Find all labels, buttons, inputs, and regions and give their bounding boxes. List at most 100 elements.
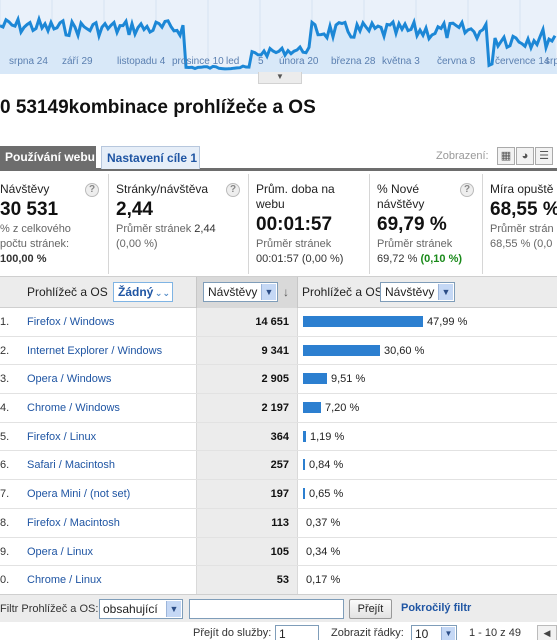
row-visits-value: 2 905: [261, 373, 289, 386]
row-share-bar: [303, 459, 306, 471]
sparkline-date-label: září 29: [62, 56, 93, 67]
chart-dimension-label: Prohlížeč a OS: [302, 285, 383, 299]
tab-bar: Používání webu Nastavení cíle 1 Zobrazen…: [0, 146, 557, 171]
help-icon[interactable]: ?: [85, 183, 99, 197]
row-browser-os-link[interactable]: Chrome / Linux: [27, 574, 102, 586]
sparkline-date-label: led: [226, 56, 240, 67]
metric-sub: Průměr strán: [490, 223, 554, 235]
row-index: 5.: [0, 430, 10, 443]
metric-sub: 00:01:57 (0,00 %): [256, 253, 344, 265]
sparkline-drag-handle[interactable]: ▼: [258, 72, 302, 84]
row-visits-value: 9 341: [261, 344, 289, 357]
row-browser-os-link[interactable]: Opera / Windows: [27, 373, 111, 385]
pagination: Přejít do služby: 1 Zobrazit řádky: 10 ▼ …: [0, 622, 557, 640]
prev-page-icon[interactable]: ◀: [537, 625, 557, 640]
table-row: 2. Internet Explorer / Windows 9 341 30,60 …: [0, 336, 557, 366]
row-share-percent: 9,51 %: [331, 373, 366, 386]
row-share-percent: 1,19 %: [310, 430, 345, 443]
chart-metric-select[interactable]: Návštěvy ▼: [380, 282, 455, 302]
filter-input[interactable]: [189, 599, 344, 619]
sparkline-date-label: února 20: [279, 56, 319, 67]
row-share-bar: [303, 488, 305, 500]
chevron-down-icon: ▼: [166, 601, 181, 617]
row-visits-value: 257: [270, 459, 289, 472]
data-table: Prohlížeč a OS Žádný ⌄⌄ Návštěvy ▼ ↓ Prohl…: [0, 276, 557, 595]
row-index: 2.: [0, 344, 10, 357]
row-share-percent: 0,34 %: [306, 545, 341, 558]
table-body: 1. Firefox / Windows 14 651 47,99 % 2. Intern…: [0, 308, 557, 595]
metric-sub: Průměr stránek: [377, 238, 453, 250]
sparkline-date-label: 5: [258, 56, 264, 67]
metric-label: Prům. doba na webu: [256, 182, 335, 211]
metric-sub: (0,00 %): [116, 238, 158, 250]
filter-mode-select[interactable]: obsahující ▼: [99, 599, 183, 619]
sparkline-date-labels: srpna 24 září 29 listopadu 4 prosince 10 led…: [0, 56, 557, 70]
metric-pages-per-visit: Stránky/návštěva 2,44 Průměr stránek 2,4…: [108, 174, 247, 274]
row-browser-os-link[interactable]: Opera / Linux: [27, 546, 93, 558]
row-index: 4.: [0, 402, 10, 415]
row-index: 0.: [0, 574, 10, 587]
rows-per-page-select[interactable]: 10 ▼: [411, 625, 457, 640]
pie-view-icon[interactable]: ◕: [516, 147, 534, 165]
table-row: 4. Chrome / Windows 2 197 7,20 %: [0, 394, 557, 423]
table-view-icon[interactable]: ▦: [497, 147, 515, 165]
metric-sub: 100,00 %: [0, 253, 47, 265]
help-icon[interactable]: ?: [460, 183, 474, 197]
row-share-bar: [303, 373, 327, 385]
row-browser-os-link[interactable]: Firefox / Linux: [27, 431, 96, 443]
row-visits-value: 105: [270, 545, 289, 558]
metric-value: 68,55 %: [490, 199, 557, 220]
metric-value: 2,44: [116, 199, 153, 220]
sparkline-date-label: června 8: [437, 56, 476, 67]
segment-select[interactable]: Žádný ⌄⌄: [113, 282, 173, 302]
table-header: Prohlížeč a OS Žádný ⌄⌄ Návštěvy ▼ ↓ Prohl…: [0, 276, 557, 308]
sparkline-date-label: prosince 10: [172, 56, 224, 67]
metric-value: 30 531: [0, 199, 59, 220]
table-row: 7. Opera Mini / (not set) 197 0,65 %: [0, 480, 557, 509]
goto-label: Přejít do služby:: [193, 627, 272, 639]
metric-value: 00:01:57: [256, 214, 333, 235]
row-share-percent: 47,99 %: [427, 316, 468, 328]
page-range: 1 - 10 z 49: [469, 627, 521, 639]
filter-bar: Filtr Prohlížeč a OS: obsahující ▼ Přejít…: [0, 594, 557, 622]
metric-column-select[interactable]: Návštěvy ▼: [203, 282, 278, 302]
row-share-percent: 7,20 %: [325, 402, 360, 415]
row-browser-os-link[interactable]: Firefox / Windows: [27, 316, 114, 328]
advanced-filter-link[interactable]: Pokročilý filtr: [401, 602, 471, 614]
row-browser-os-link[interactable]: Firefox / Macintosh: [27, 517, 120, 529]
filter-go-button[interactable]: Přejít: [349, 599, 392, 619]
rows-label: Zobrazit řádky:: [331, 627, 404, 639]
row-visits-value: 2 197: [261, 402, 289, 415]
table-row: 8. Firefox / Macintosh 113 0,37 %: [0, 508, 557, 538]
tab-site-usage[interactable]: Používání webu: [0, 146, 96, 169]
metric-sub: Průměr stránek 2,44: [116, 223, 216, 235]
sort-descending-icon[interactable]: ↓: [283, 285, 289, 299]
row-share-percent: 0,17 %: [306, 574, 341, 587]
help-icon[interactable]: ?: [226, 183, 240, 197]
row-browser-os-link[interactable]: Safari / Macintosh: [27, 459, 115, 471]
row-share-percent: 0,65 %: [309, 488, 344, 501]
row-browser-os-link[interactable]: Chrome / Windows: [27, 402, 120, 414]
row-index: 6.: [0, 459, 10, 472]
row-browser-os-link[interactable]: Internet Explorer / Windows: [27, 345, 162, 357]
metric-sub: % z celkového: [0, 223, 71, 235]
metric-sub: 69,72 % (0,10 %): [377, 253, 463, 265]
row-share-bar: [303, 316, 423, 327]
table-row: 3. Opera / Windows 2 905 9,51 %: [0, 365, 557, 395]
table-row: 1. Firefox / Windows 14 651 47,99 %: [0, 308, 557, 337]
table-row: 5. Firefox / Linux 364 1,19 %: [0, 422, 557, 452]
metric-value: 69,79 %: [377, 214, 447, 235]
dimension-column-header[interactable]: Prohlížeč a OS: [27, 285, 108, 299]
table-row: 0. Chrome / Linux 53 0,17 %: [0, 566, 557, 595]
bar-view-icon[interactable]: ☰: [535, 147, 553, 165]
row-index: 1.: [0, 316, 10, 328]
row-browser-os-link[interactable]: Opera Mini / (not set): [27, 488, 130, 500]
timeline-sparkline: srpna 24 září 29 listopadu 4 prosince 10 led…: [0, 0, 557, 74]
metric-visits: Návštěvy 30 531 % z celkového počtu strá…: [0, 174, 107, 274]
goto-input[interactable]: 1: [275, 625, 319, 640]
row-share-bar: [303, 430, 306, 442]
filter-label: Filtr Prohlížeč a OS:: [0, 603, 99, 615]
tab-goal-set-1[interactable]: Nastavení cíle 1: [101, 146, 200, 169]
row-visits-value: 197: [270, 488, 289, 501]
metric-sub: Průměr stránek: [256, 238, 332, 250]
